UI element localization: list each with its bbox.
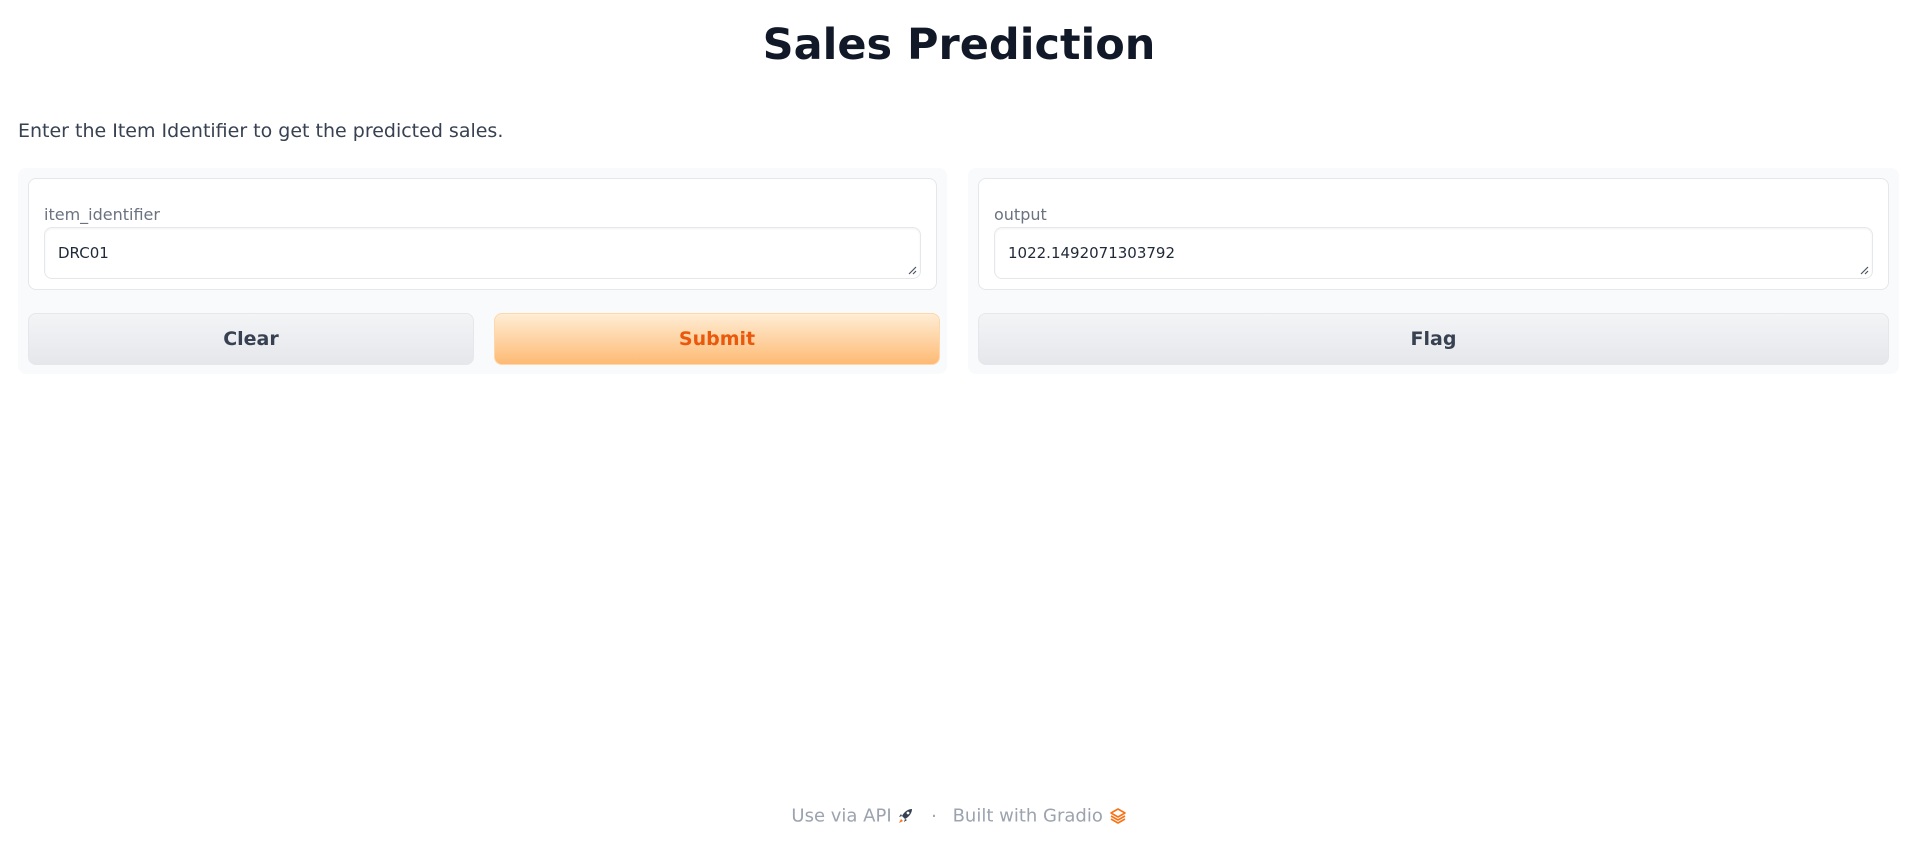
gradio-logo-icon (1109, 808, 1126, 825)
input-label: item_identifier (44, 205, 160, 224)
built-with-label: Built with Gradio (952, 805, 1103, 827)
input-panel: item_identifier DRC01 Clear Submit (18, 168, 947, 374)
item-identifier-input[interactable]: DRC01 (44, 227, 921, 279)
item-identifier-value: DRC01 (58, 244, 109, 262)
footer: Use via API · Built with Gradio (0, 805, 1918, 827)
resize-handle-icon[interactable] (907, 265, 917, 275)
page-title: Sales Prediction (762, 20, 1156, 70)
api-link-label: Use via API (791, 805, 892, 827)
input-block: item_identifier DRC01 (28, 178, 937, 290)
flag-button[interactable]: Flag (978, 313, 1889, 365)
page-description: Enter the Item Identifier to get the pre… (18, 120, 504, 142)
output-value: 1022.1492071303792 (1008, 244, 1176, 262)
built-with-gradio-link[interactable]: Built with Gradio (952, 805, 1127, 827)
footer-separator: · (931, 805, 937, 827)
resize-handle-icon[interactable] (1859, 265, 1869, 275)
rocket-icon (899, 809, 913, 824)
use-via-api-link[interactable]: Use via API (791, 805, 921, 827)
output-panel: output 1022.1492071303792 Flag (968, 168, 1899, 374)
page: Sales Prediction Enter the Item Identifi… (0, 0, 1918, 843)
output-label: output (994, 205, 1047, 224)
output-block: output 1022.1492071303792 (978, 178, 1889, 290)
submit-button[interactable]: Submit (494, 313, 940, 365)
clear-button[interactable]: Clear (28, 313, 474, 365)
output-textbox[interactable]: 1022.1492071303792 (994, 227, 1873, 279)
